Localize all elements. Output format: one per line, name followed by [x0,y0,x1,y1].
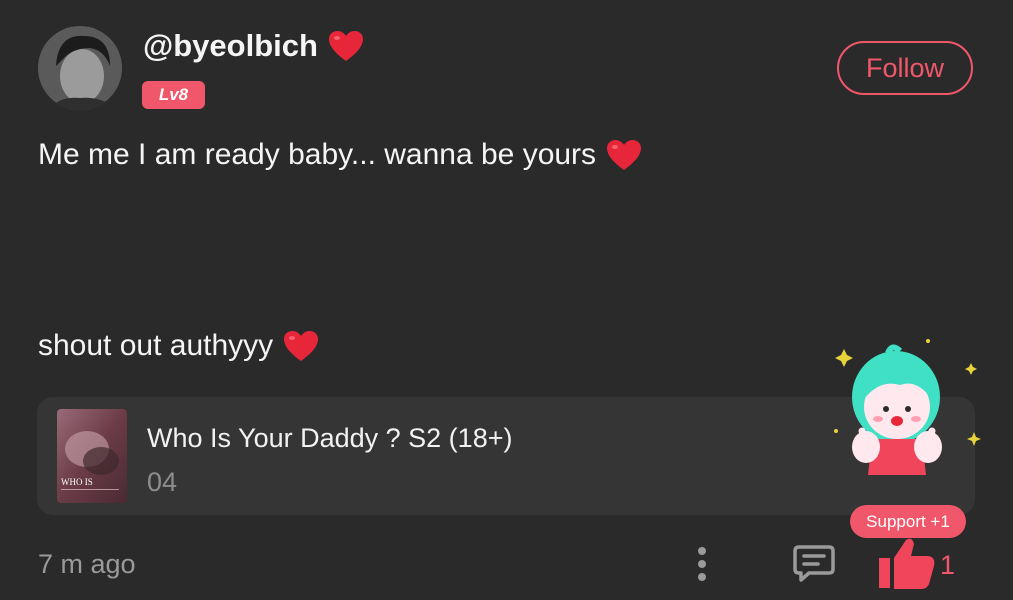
username[interactable]: @byeolbich [143,28,364,64]
follow-button[interactable]: Follow [837,41,973,95]
support-mascot[interactable] [830,335,990,475]
book-cover: WHO IS [57,409,127,503]
heart-icon [607,139,642,170]
post-text-line: Me me I am ready baby... wanna be yours [38,138,642,172]
book-chapter: 04 [147,467,178,497]
level-badge: Lv8 [142,81,205,109]
comment-icon [793,545,835,582]
like-button[interactable] [876,536,938,590]
post-text-line: shout out authyyy [38,329,319,363]
comment-button[interactable] [793,544,835,582]
book-title: Who Is Your Daddy ? S2 (18+) [147,423,513,453]
post-text: Me me I am ready baby... wanna be yours [38,138,597,171]
heart-icon [328,30,363,61]
username-text: @byeolbich [143,28,318,63]
post-text: shout out authyyy [38,329,274,362]
avatar[interactable] [38,26,122,110]
like-count: 1 [940,550,956,580]
more-options-button[interactable] [690,544,714,584]
post-timestamp: 7 m ago [38,549,136,579]
more-vertical-icon [698,547,706,581]
thumbs-up-icon [879,538,935,589]
book-cover-text: WHO IS [61,477,93,487]
heart-icon [284,330,319,361]
support-label: Support +1 [850,505,966,538]
